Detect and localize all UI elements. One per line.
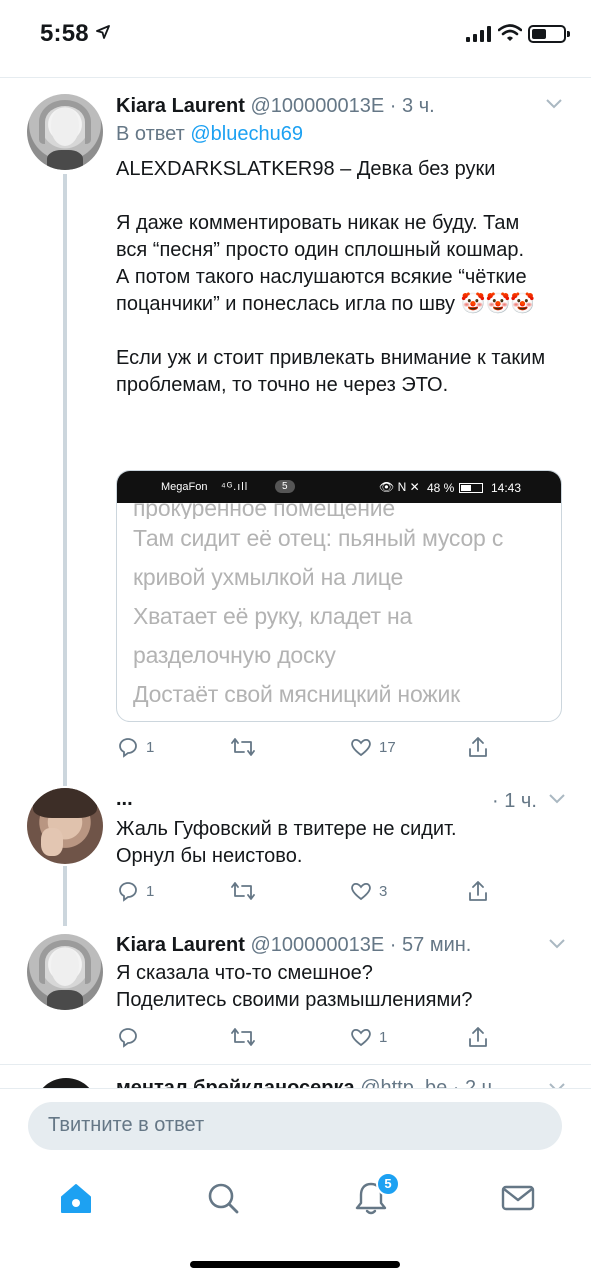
thread-line — [63, 866, 67, 926]
location-arrow-icon — [96, 25, 110, 39]
clipped-tweet: ментал брейкданосерка @http_be · 2 ч. — [0, 1072, 591, 1088]
reply-button[interactable] — [116, 1022, 146, 1052]
reply-prefix: В ответ — [116, 123, 191, 145]
lyrics-line: Там сидит её отец: пьяный мусор с — [133, 525, 504, 551]
reply-button[interactable]: 1 — [116, 732, 154, 762]
tweet-header: ... — [116, 788, 133, 811]
share-icon — [469, 1027, 487, 1047]
reply-icon — [119, 882, 137, 902]
chevron-down-icon[interactable] — [548, 938, 566, 950]
tweet-header: Kiara Laurent @100000013E · 57 мин. — [116, 934, 471, 957]
reply-icon — [119, 738, 137, 758]
tweet-text: Я сказала что-то смешное? Поделитесь сво… — [116, 962, 473, 1011]
heart-icon — [351, 882, 371, 901]
tweet-text: Жаль Гуфовский в твитере не сидит. Орнул… — [116, 818, 457, 867]
tweet-time: · 1 ч. — [492, 790, 537, 813]
like-count: 3 — [379, 882, 388, 900]
author-name[interactable]: Kiara Laurent — [116, 934, 245, 956]
tweet-header: Kiara Laurent @100000013E · 3 ч. — [116, 95, 435, 118]
share-icon — [469, 737, 487, 757]
avatar[interactable] — [27, 94, 103, 170]
lyrics-line: Достаёт свой мясницкий ножик — [133, 681, 460, 707]
thread-line — [63, 174, 67, 786]
avatar[interactable] — [27, 934, 103, 1010]
reply-input[interactable]: Твитните в ответ — [28, 1102, 562, 1150]
reply-count: 1 — [146, 882, 155, 900]
reply-context: В ответ @bluechu69 — [116, 123, 303, 146]
author-meta: @100000013E · 3 ч. — [250, 95, 435, 117]
share-button[interactable] — [466, 1022, 490, 1052]
tab-bar — [0, 1162, 591, 1232]
search-icon[interactable] — [203, 1178, 243, 1218]
lyrics-line: кривой ухмылкой на лице — [133, 564, 404, 590]
retweet-button[interactable] — [230, 732, 256, 762]
divider — [0, 1088, 591, 1089]
retweet-button[interactable] — [230, 1022, 256, 1052]
share-icon — [469, 881, 487, 901]
cellular-signal-icon — [466, 26, 491, 42]
reply-placeholder: Твитните в ответ — [48, 1114, 205, 1136]
status-time: 5:58 — [40, 20, 89, 47]
retweet-icon — [231, 738, 255, 756]
tweet-header: ментал брейкданосерка @http_be · 2 ч. — [116, 1077, 498, 1088]
tweet-text: ALEXDARKSLATKER98 – Девка без руки Я даж… — [116, 158, 546, 396]
author-name[interactable]: ... — [116, 788, 133, 810]
author-name[interactable]: ментал брейкданосерка — [116, 1077, 355, 1088]
media-status-icons: 👁 N ✕ — [379, 480, 420, 494]
chevron-down-icon[interactable] — [545, 98, 563, 110]
media-carrier: MegaFon — [161, 481, 208, 493]
lyrics-line: разделочную доску — [133, 642, 336, 668]
share-button[interactable] — [466, 876, 490, 906]
reply-button[interactable]: 1 — [116, 876, 154, 906]
like-button[interactable]: 1 — [349, 1022, 387, 1052]
like-button[interactable]: 17 — [349, 732, 396, 762]
wifi-icon — [498, 24, 522, 41]
author-meta: @100000013E · 57 мин. — [250, 934, 472, 956]
avatar[interactable] — [34, 1078, 98, 1088]
author-meta: @http_be · 2 ч. — [360, 1077, 498, 1088]
heart-icon — [351, 738, 371, 757]
status-bar: 5:58 — [0, 0, 591, 64]
media-signal: ⁴ᴳ.ıll — [221, 481, 249, 493]
tweet-actions: 1 — [116, 1022, 516, 1052]
messages-icon[interactable] — [498, 1178, 538, 1218]
tweet-actions: 1 17 — [116, 732, 516, 762]
tweet-actions: 1 3 — [116, 876, 516, 906]
tweet-image[interactable]: MegaFon ⁴ᴳ.ıll 5 👁 N ✕ 48 % 14:43 прокур… — [116, 470, 562, 722]
divider — [0, 1064, 591, 1065]
like-count: 1 — [379, 1028, 388, 1046]
chevron-down-icon[interactable] — [548, 793, 566, 805]
home-indicator — [190, 1261, 400, 1268]
lyrics-line: прокуренное помещение — [133, 503, 396, 519]
share-button[interactable] — [466, 732, 490, 762]
like-count: 17 — [379, 738, 396, 756]
retweet-button[interactable] — [230, 876, 256, 906]
home-icon[interactable] — [56, 1178, 96, 1218]
heart-icon — [351, 1028, 371, 1047]
retweet-icon — [231, 882, 255, 900]
author-meta: · 1 ч. — [492, 790, 537, 812]
lyrics-lines: прокуренное помещение Там сидит её отец:… — [133, 493, 553, 714]
top-divider — [0, 77, 591, 78]
media-battery-icon — [459, 483, 483, 493]
lyrics-line: Хватает её руку, кладет на — [133, 603, 413, 629]
reply-icon — [119, 1028, 137, 1048]
like-button[interactable]: 3 — [349, 876, 387, 906]
battery-icon — [528, 25, 570, 43]
media-badge: 5 — [275, 480, 295, 493]
notifications-badge: 5 — [376, 1172, 400, 1196]
retweet-icon — [231, 1028, 255, 1046]
reply-handle-link[interactable]: @bluechu69 — [190, 123, 303, 145]
reply-count: 1 — [146, 738, 155, 756]
author-name[interactable]: Kiara Laurent — [116, 95, 245, 117]
avatar[interactable] — [27, 788, 103, 864]
